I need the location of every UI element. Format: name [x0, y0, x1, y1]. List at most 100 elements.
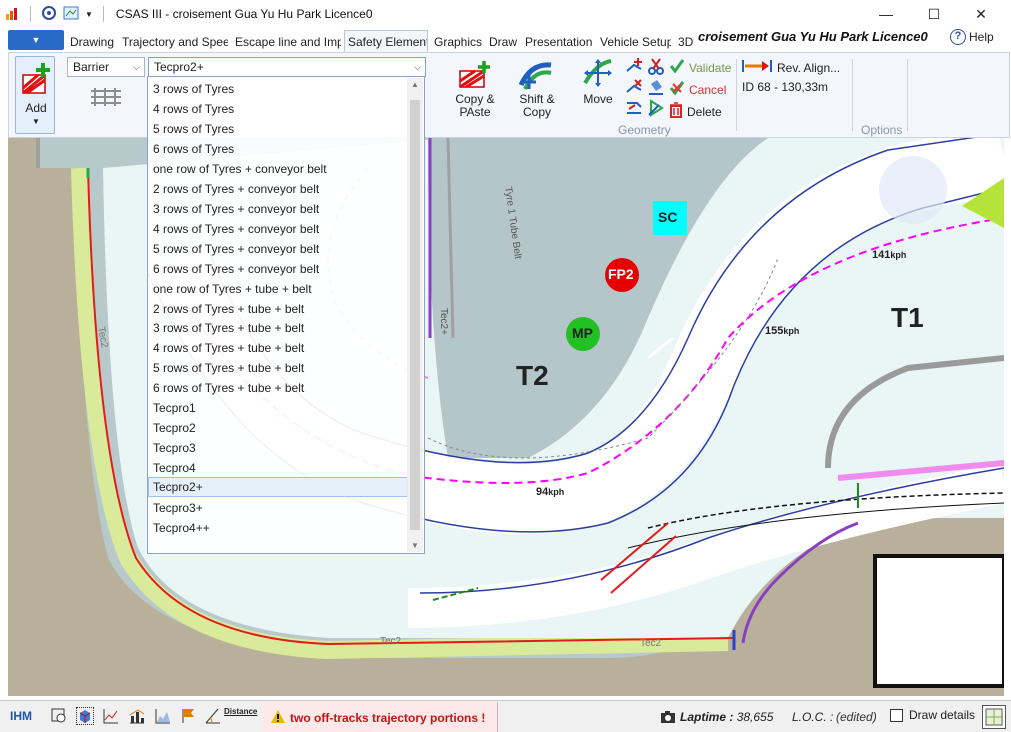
- barrier-label-tec-top: Tec2+: [438, 308, 449, 335]
- ribbon-separator: [852, 59, 853, 131]
- copy-paste-label-2: PAste: [459, 105, 491, 119]
- warning-triangle-icon: [270, 709, 286, 727]
- area-chart-icon[interactable]: [154, 707, 172, 725]
- cut-scissors-icon[interactable]: [647, 57, 665, 78]
- dropdown-option[interactable]: 2 rows of Tyres + tube + belt: [148, 299, 408, 319]
- speed-unit: kph: [890, 250, 907, 260]
- dropdown-option[interactable]: 4 rows of Tyres + tube + belt: [148, 338, 408, 358]
- element-id-label: ID 68 - 130,33m: [742, 80, 829, 94]
- reverse-icon[interactable]: [625, 99, 643, 120]
- chevron-down-icon: ▼: [31, 35, 41, 45]
- speed-value: 141: [872, 249, 891, 261]
- speed-unit: kph: [548, 487, 565, 497]
- close-button[interactable]: ✕: [958, 0, 1004, 28]
- scrollbar-thumb[interactable]: [410, 100, 420, 530]
- copy-paste-button[interactable]: Copy & PAste: [447, 93, 503, 119]
- tab-graphics[interactable]: Graphics: [430, 30, 483, 52]
- barrier-model-dropdown-list[interactable]: 3 rows of Tyres 4 rows of Tyres 5 rows o…: [147, 76, 425, 554]
- move-button[interactable]: Move: [577, 93, 619, 106]
- cancel-label: Cancel: [689, 82, 727, 97]
- dropdown-option[interactable]: 4 rows of Tyres + conveyor belt: [148, 219, 408, 239]
- draw-details-checkbox[interactable]: Draw details: [890, 708, 975, 722]
- tab-drawing[interactable]: Drawing: [66, 30, 116, 52]
- warning-banner[interactable]: two off-tracks trajectory portions !: [262, 702, 498, 732]
- delete-label: Delete: [687, 104, 722, 119]
- rev-align-button[interactable]: Rev. Align...: [741, 57, 840, 78]
- tab-presentation[interactable]: Presentation: [521, 30, 594, 52]
- dropdown-option[interactable]: 4 rows of Tyres: [148, 99, 408, 119]
- marker-fp2-label: FP2: [608, 266, 634, 282]
- bar-chart-icon[interactable]: [128, 707, 146, 725]
- dropdown-option[interactable]: 5 rows of Tyres + conveyor belt: [148, 239, 408, 259]
- dropdown-option[interactable]: 6 rows of Tyres + tube + belt: [148, 378, 408, 398]
- tab-3d[interactable]: 3D: [674, 30, 696, 52]
- move-icon: [581, 57, 615, 92]
- dropdown-option[interactable]: 2 rows of Tyres + conveyor belt: [148, 179, 408, 199]
- dropdown-option-selected[interactable]: Tecpro2+: [148, 477, 408, 497]
- dropdown-option[interactable]: 3 rows of Tyres + conveyor belt: [148, 199, 408, 219]
- tab-safety-element[interactable]: Safety Element: [344, 30, 428, 52]
- minimize-button[interactable]: —: [863, 0, 909, 28]
- dropdown-option[interactable]: 6 rows of Tyres: [148, 139, 408, 159]
- tab-vehicle-setup[interactable]: Vehicle Setup: [596, 30, 672, 52]
- cancel-button[interactable]: Cancel: [669, 80, 726, 99]
- settings-gear-icon[interactable]: [41, 5, 57, 24]
- dropdown-option[interactable]: Tecpro1: [148, 398, 408, 418]
- ribbon-separator: [736, 59, 737, 131]
- tab-draw[interactable]: Draw: [485, 30, 519, 52]
- flag-icon[interactable]: [180, 707, 198, 725]
- barrier-model-select[interactable]: Tecpro2+ ⌵: [148, 57, 426, 77]
- dropdown-option[interactable]: 6 rows of Tyres + conveyor belt: [148, 259, 408, 279]
- dropdown-option[interactable]: Tecpro3+: [148, 498, 408, 518]
- speed-label-155: 155kph: [765, 325, 799, 337]
- dropdown-option[interactable]: 5 rows of Tyres: [148, 119, 408, 139]
- dropdown-scrollbar[interactable]: ▲ ▼: [407, 78, 423, 552]
- camera-icon: [660, 710, 676, 727]
- remove-point-icon[interactable]: [625, 78, 643, 99]
- zoom-window-icon[interactable]: [50, 707, 68, 725]
- validate-button[interactable]: Validate: [669, 58, 731, 77]
- distance-tool[interactable]: Distance: [224, 707, 257, 716]
- tab-escape-line[interactable]: Escape line and Imp: [231, 30, 342, 52]
- element-type-select[interactable]: Barrier ⌵: [67, 57, 145, 77]
- loc-label: L.O.C. :: [792, 710, 834, 724]
- dropdown-option[interactable]: one row of Tyres + tube + belt: [148, 279, 408, 299]
- dropdown-option[interactable]: 3 rows of Tyres + tube + belt: [148, 318, 408, 338]
- shift-copy-button[interactable]: Shift & Copy: [507, 93, 567, 119]
- 3d-cube-icon[interactable]: [76, 707, 94, 725]
- laptime-label: Laptime :: [680, 710, 734, 724]
- speed-label-94: 94kph: [536, 486, 564, 498]
- file-menu-button[interactable]: ▼: [8, 30, 64, 50]
- marker-mp-label: MP: [572, 325, 593, 341]
- fill-bucket-icon[interactable]: [647, 78, 665, 99]
- dropdown-option[interactable]: Tecpro3: [148, 438, 408, 458]
- tab-trajectory-and-speed[interactable]: Trajectory and Spee: [118, 30, 229, 52]
- quick-access-dropdown-icon[interactable]: ▼: [85, 10, 93, 19]
- dropdown-option[interactable]: Tecpro2: [148, 418, 408, 438]
- draw-details-label: Draw details: [909, 708, 976, 722]
- play-arrow-icon[interactable]: [647, 99, 665, 120]
- dropdown-option[interactable]: Tecpro4: [148, 458, 408, 478]
- measure-angle-icon[interactable]: [204, 707, 222, 725]
- edited-status: (edited): [836, 710, 877, 724]
- ihm-label[interactable]: IHM: [10, 709, 32, 723]
- dropdown-option[interactable]: one row of Tyres + conveyor belt: [148, 159, 408, 179]
- dropdown-option[interactable]: 5 rows of Tyres + tube + belt: [148, 358, 408, 378]
- laptime-readout: Laptime : 38,655: [680, 710, 773, 724]
- scroll-down-icon[interactable]: ▼: [407, 541, 423, 550]
- delete-button[interactable]: Delete: [669, 102, 722, 121]
- building-outline: [873, 554, 1004, 688]
- maximize-button[interactable]: ☐: [911, 0, 957, 28]
- help-button[interactable]: ? Help: [950, 29, 994, 45]
- add-point-icon[interactable]: [625, 57, 643, 78]
- dropdown-option[interactable]: Tecpro4++: [148, 518, 408, 538]
- line-chart-icon[interactable]: [102, 707, 120, 725]
- title-separator: [30, 6, 31, 22]
- scroll-up-icon[interactable]: ▲: [407, 80, 423, 89]
- dropdown-option[interactable]: 3 rows of Tyres: [148, 79, 408, 99]
- add-button[interactable]: Add ▼: [15, 56, 55, 134]
- grid-view-icon[interactable]: [982, 705, 1006, 729]
- map-icon[interactable]: [63, 5, 79, 24]
- barrier-label-tec-bottom-2: Tec2: [640, 638, 662, 649]
- checkbox-box[interactable]: [890, 708, 903, 722]
